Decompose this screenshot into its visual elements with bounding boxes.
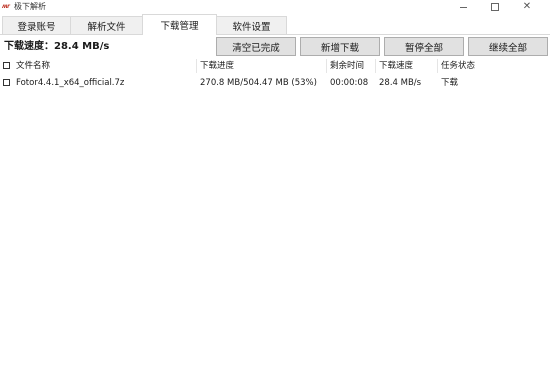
column-header-progress[interactable]: 下载进度 (197, 59, 327, 73)
list-header: 文件名称 下载进度 剩余时间 下载速度 任务状态 (0, 59, 550, 73)
remaining-time-cell: 00:00:08 (330, 78, 369, 88)
minimize-icon (459, 6, 467, 8)
download-speed-label: 下载速度：28.4 MB/s (4, 41, 110, 52)
title-bar: ʍr 极下解析 ✕ (0, 0, 550, 14)
app-logo-icon: ʍr (2, 3, 10, 10)
clear-completed-button[interactable]: 清空已完成 (216, 37, 296, 56)
tab-parse-file[interactable]: 解析文件 (70, 16, 143, 34)
column-header-file-name[interactable]: 文件名称 (0, 59, 197, 73)
row-checkbox[interactable] (3, 79, 10, 86)
close-icon: ✕ (522, 1, 532, 12)
file-name-cell: Fotor4.4.1_x64_official.7z (16, 78, 125, 88)
column-header-status[interactable]: 任务状态 (438, 59, 498, 73)
column-header-remaining-time[interactable]: 剩余时间 (327, 59, 376, 73)
tab-software-settings[interactable]: 软件设置 (216, 16, 287, 34)
status-cell: 下载 (441, 78, 459, 88)
column-header-speed[interactable]: 下载速度 (376, 59, 438, 73)
maximize-icon (491, 3, 499, 11)
tab-download-manager[interactable]: 下载管理 (142, 14, 217, 35)
maximize-button[interactable] (480, 0, 510, 14)
new-download-button[interactable]: 新增下载 (300, 37, 380, 56)
speed-cell: 28.4 MB/s (379, 78, 422, 88)
tab-strip: 登录账号 解析文件 下载管理 软件设置 (0, 14, 550, 35)
progress-cell: 270.8 MB/504.47 MB (53%) (200, 78, 317, 88)
download-list: 文件名称 下载进度 剩余时间 下载速度 任务状态 Fotor4.4.1_x64_… (0, 59, 550, 365)
minimize-button[interactable] (448, 0, 478, 14)
window-title: 极下解析 (14, 2, 46, 11)
tab-login-account[interactable]: 登录账号 (2, 16, 71, 34)
close-button[interactable]: ✕ (512, 0, 542, 14)
table-row[interactable]: Fotor4.4.1_x64_official.7z 270.8 MB/504.… (0, 76, 550, 90)
resume-all-button[interactable]: 继续全部 (468, 37, 548, 56)
pause-all-button[interactable]: 暂停全部 (384, 37, 464, 56)
